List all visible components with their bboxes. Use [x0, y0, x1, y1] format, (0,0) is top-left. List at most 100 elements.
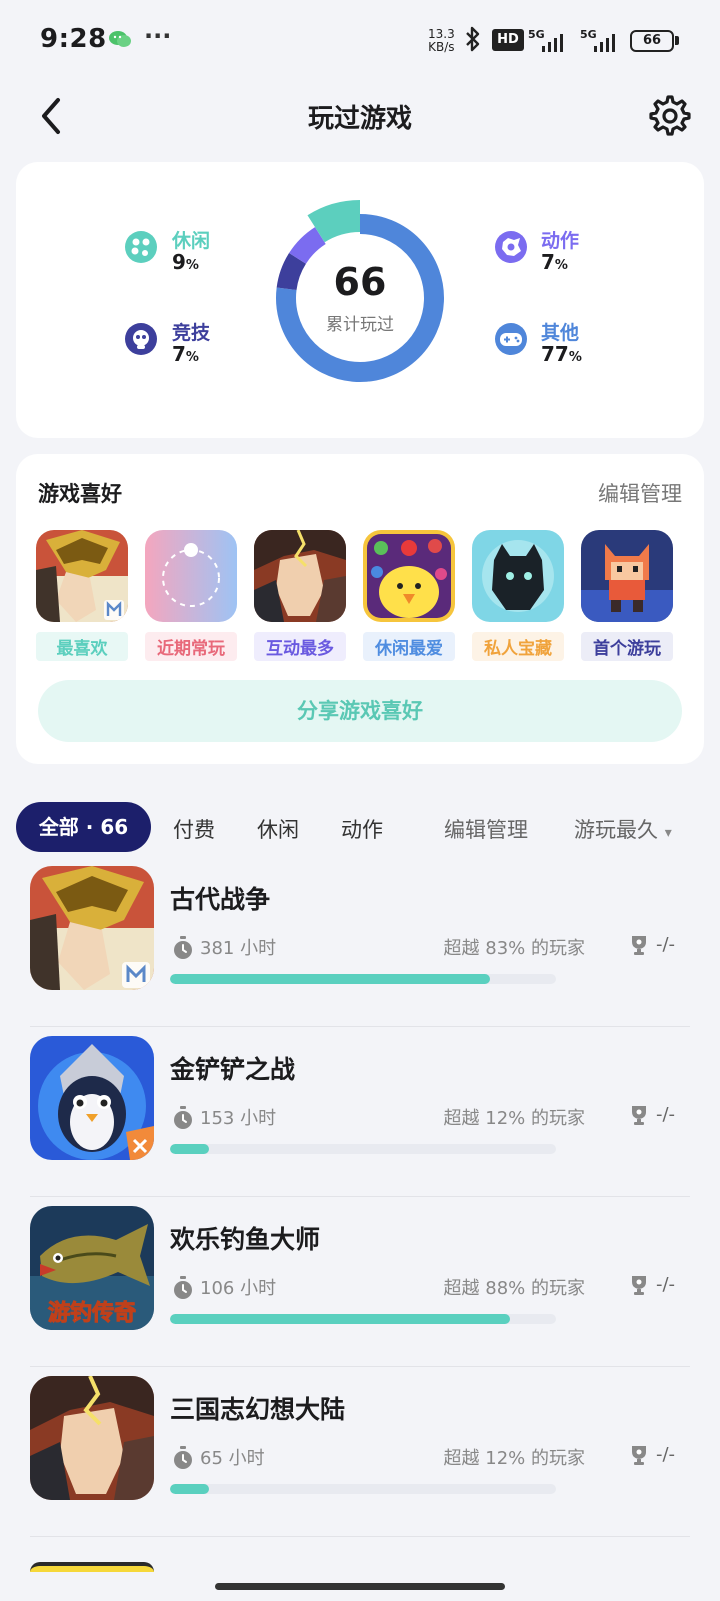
pref-label-treasure: 私人宝藏: [472, 632, 564, 661]
beat-players-text: 超越 12% 的玩家: [443, 1108, 585, 1129]
playtime-progress-fill: [170, 1484, 209, 1494]
category-casual-name: 休闲: [172, 230, 211, 252]
pref-game-icon-casual[interactable]: [363, 530, 455, 622]
category-other-pct: 77%: [541, 342, 582, 366]
game-thumbnail[interactable]: 游钓传奇: [30, 1206, 154, 1330]
trophy-icon: [632, 936, 646, 955]
category-competitive-pct: 7%: [172, 342, 199, 366]
stopwatch-icon: [174, 936, 192, 959]
pref-game-icon-first[interactable]: [581, 530, 673, 622]
share-preferences-button[interactable]: 分享游戏喜好: [38, 680, 682, 742]
category-competitive-name: 竞技: [172, 322, 211, 344]
signal-icon-2: 5G: [580, 28, 620, 52]
battery-nub: [675, 36, 679, 45]
playtime-progress-fill: [170, 1144, 209, 1154]
playtime-progress-bar: [170, 974, 556, 984]
category-action-name: 动作: [541, 230, 580, 252]
achievement-rank: -/-: [656, 1444, 676, 1465]
category-action[interactable]: [494, 230, 528, 268]
pref-label-casual: 休闲最爱: [363, 632, 455, 661]
donut-slice-action: [289, 227, 327, 265]
playtime-progress-bar: [170, 1484, 556, 1494]
play-hours: 153 小时: [200, 1108, 277, 1129]
pref-label-interactive: 互动最多: [254, 632, 346, 661]
game-row[interactable]: 游钓传奇 欢乐钓鱼大师 106 小时 超越 88% 的玩家 -/-: [30, 1192, 690, 1362]
pixel-fox-game-icon: [581, 530, 673, 622]
playtime-progress-bar: [170, 1144, 556, 1154]
casual-icon: [125, 231, 157, 263]
sort-dropdown[interactable]: 游玩最久 ▾: [574, 814, 672, 844]
pref-game-icon-interactive[interactable]: [254, 530, 346, 622]
tab-all[interactable]: 全部 · 66: [16, 802, 151, 852]
chick-game-icon: [363, 530, 455, 622]
game-cover-icon: [30, 1376, 154, 1500]
shadow-cat-game-icon: [472, 530, 564, 622]
game-thumbnail[interactable]: [30, 1036, 154, 1160]
status-bar: 9:28 ··· 13.3 KB/s HD 5G 5G 66: [0, 0, 720, 84]
trophy-icon: [632, 1276, 646, 1295]
signal-icon-1: 5G: [528, 28, 568, 52]
battery-icon: 66: [630, 30, 674, 52]
pref-game-icon-favorite[interactable]: [36, 530, 128, 622]
stopwatch-icon: [174, 1106, 192, 1129]
beat-players-text: 超越 88% 的玩家: [443, 1278, 585, 1299]
donut-slice-casual: [307, 200, 361, 243]
gamepad-icon: [495, 323, 527, 355]
game-cover-icon: 游钓传奇: [30, 1206, 154, 1330]
beat-players-text: 超越 83% 的玩家: [443, 938, 585, 959]
more-notifications-icon: ···: [144, 22, 172, 50]
game-cover-icon: [30, 866, 154, 990]
game-title: 欢乐钓鱼大师: [170, 1225, 321, 1254]
total-played-count: 66: [333, 260, 387, 304]
game-row[interactable]: 金铲铲之战 153 小时 超越 12% 的玩家 -/-: [30, 1022, 690, 1192]
trophy-icon: [632, 1446, 646, 1465]
game-row[interactable]: 三国志幻想大陆 65 小时 超越 12% 的玩家 -/-: [30, 1362, 690, 1532]
total-played-label: 累计玩过: [326, 315, 394, 335]
preferences-edit-link[interactable]: 编辑管理: [560, 478, 682, 508]
tab-casual[interactable]: 休闲: [257, 814, 299, 844]
pref-game-icon-treasure[interactable]: [472, 530, 564, 622]
donut-slice-competitive: [276, 252, 307, 291]
gear-icon[interactable]: [648, 94, 692, 138]
game-thumbnail[interactable]: [30, 866, 154, 990]
wechat-icon: [109, 31, 131, 47]
home-indicator[interactable]: [215, 1583, 505, 1590]
beat-players-text: 超越 12% 的玩家: [443, 1448, 585, 1469]
game-cover-icon: [30, 1036, 154, 1160]
competitive-icon: [125, 323, 157, 355]
achievement-rank: -/-: [656, 1104, 676, 1125]
row-divider: [30, 1536, 690, 1537]
empty-slot-icon: [145, 530, 237, 622]
bluetooth-icon: [464, 26, 482, 59]
net-speed: 13.3 KB/s: [428, 27, 455, 54]
category-action-pct: 7%: [541, 250, 568, 274]
hero-portrait-icon: [254, 530, 346, 622]
play-hours: 65 小时: [200, 1448, 265, 1469]
play-hours: 106 小时: [200, 1278, 277, 1299]
category-competitive[interactable]: [124, 322, 158, 360]
game-row[interactable]: 古代战争 381 小时 超越 83% 的玩家 -/-: [30, 852, 690, 1022]
trophy-icon: [632, 1106, 646, 1125]
hd-voice-icon: HD: [492, 29, 524, 51]
game-title: 金铲铲之战: [170, 1055, 296, 1084]
pref-game-icon-recent[interactable]: [145, 530, 237, 622]
category-other-name: 其他: [541, 322, 580, 344]
playtime-progress-bar: [170, 1314, 556, 1324]
clock-time: 9:28: [40, 24, 107, 54]
tab-paid[interactable]: 付费: [173, 814, 215, 844]
achievement-rank: -/-: [656, 1274, 676, 1295]
playtime-progress-fill: [170, 974, 491, 984]
game-thumbnail[interactable]: [30, 1376, 154, 1500]
tab-action[interactable]: 动作: [341, 814, 383, 844]
category-casual[interactable]: [124, 230, 158, 268]
category-other[interactable]: [494, 322, 528, 360]
pref-label-recent: 近期常玩: [145, 632, 237, 661]
chevron-down-icon: ▾: [664, 825, 672, 841]
pref-label-first: 首个游玩: [581, 632, 673, 661]
preferences-title: 游戏喜好: [38, 482, 122, 506]
list-edit-button[interactable]: 编辑管理: [444, 814, 528, 844]
stopwatch-icon: [174, 1446, 192, 1469]
category-casual-pct: 9%: [172, 250, 199, 274]
game-thumb-overlay-text: 游钓传奇: [48, 1300, 136, 1326]
stopwatch-icon: [174, 1276, 192, 1299]
